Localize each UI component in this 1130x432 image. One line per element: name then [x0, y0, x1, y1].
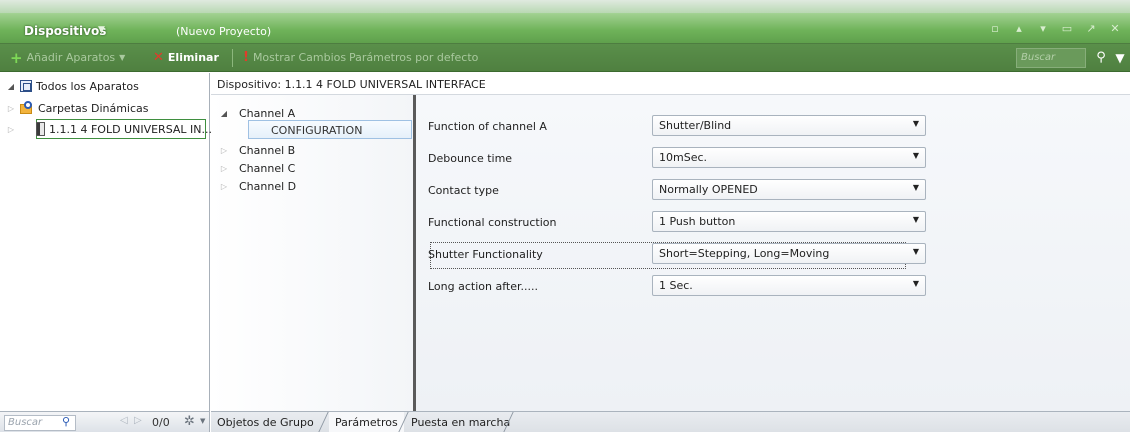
plus-icon: +	[10, 48, 23, 67]
channel-item-c[interactable]: ▷ Channel C	[219, 160, 295, 176]
panel-title[interactable]: Dispositivos	[24, 24, 106, 38]
toolbar-separator	[232, 49, 233, 67]
pin-icon[interactable]: ↗	[1084, 23, 1098, 35]
filter-icon[interactable]: ▼	[1112, 48, 1128, 68]
channel-label: Channel B	[239, 143, 296, 157]
dock-icon[interactable]: ▫	[988, 23, 1002, 35]
tree-item-device[interactable]: ▷ 1.1.1 4 FOLD UNIVERSAL IN...	[6, 120, 212, 138]
long-action-after-select[interactable]: 1 Sec. ▼	[652, 275, 926, 296]
window-top-strip	[0, 0, 1130, 13]
functional-construction-select[interactable]: 1 Push button ▼	[652, 211, 926, 232]
collapsed-icon[interactable]: ▷	[219, 182, 229, 191]
collapsed-icon[interactable]: ▷	[219, 146, 229, 155]
param-label: Long action after.....	[428, 280, 538, 293]
channel-item-b[interactable]: ▷ Channel B	[219, 142, 295, 158]
tab-commissioning[interactable]: Puesta en marcha	[411, 412, 510, 432]
restore-icon[interactable]: ▭	[1060, 23, 1074, 35]
folder-search-icon	[20, 101, 34, 114]
channel-label: Channel C	[239, 161, 296, 175]
collapsed-icon[interactable]: ▷	[6, 104, 16, 113]
tree-footer: Buscar ⚲ ◁ ▷ 0/0 ✲ ▼	[0, 411, 210, 432]
window-buttons: ▫ ▴ ▾ ▭ ↗ ✕	[988, 23, 1122, 35]
expanded-icon[interactable]: ◢	[219, 109, 229, 118]
device-header: Dispositivo: 1.1.1 4 FOLD UNIVERSAL INTE…	[211, 73, 1130, 95]
debounce-time-select[interactable]: 10mSec. ▼	[652, 147, 926, 168]
device-tree: ◢ Todos los Aparatos ▷ Carpetas Dinámica…	[0, 73, 212, 411]
tab-separator	[318, 412, 329, 432]
warning-icon: !	[243, 49, 249, 65]
chevron-down-icon: ▼	[912, 119, 919, 128]
search-icon[interactable]: ⚲	[1092, 48, 1110, 68]
default-params-button[interactable]: Parámetros por defecto	[349, 51, 478, 64]
move-down-icon[interactable]: ▾	[1036, 23, 1050, 35]
close-icon[interactable]: ✕	[1108, 23, 1122, 35]
channel-label: Channel A	[239, 106, 296, 120]
device-icon	[36, 122, 45, 136]
toolbar-search-input[interactable]: Buscar	[1016, 48, 1086, 68]
shutter-functionality-select[interactable]: Short=Stepping, Long=Moving ▼	[652, 243, 926, 264]
bottom-tab-bar: Objetos de Grupo Parámetros Puesta en ma…	[211, 411, 1130, 432]
tab-parameters[interactable]: Parámetros	[329, 412, 404, 432]
select-value: Normally OPENED	[659, 183, 758, 196]
contact-type-select[interactable]: Normally OPENED ▼	[652, 179, 926, 200]
add-devices-label: Añadir Aparatos	[26, 51, 116, 64]
chevron-down-icon: ▼	[912, 215, 919, 224]
tree-item-all-devices[interactable]: ◢ Todos los Aparatos	[6, 77, 139, 95]
chevron-down-icon: ▼	[912, 151, 919, 160]
previous-icon[interactable]: ◁	[120, 415, 128, 426]
select-value: Shutter/Blind	[659, 119, 732, 132]
select-value: Short=Stepping, Long=Moving	[659, 247, 830, 260]
expanded-icon[interactable]: ◢	[6, 82, 16, 91]
show-changes-label: Mostrar Cambios	[252, 51, 347, 64]
param-label: Shutter Functionality	[428, 248, 543, 261]
toolbar: + Añadir Aparatos ▼ ✕ Eliminar ! Mostrar…	[0, 44, 1130, 72]
delete-button[interactable]: ✕ Eliminar	[153, 49, 219, 65]
function-channel-a-select[interactable]: Shutter/Blind ▼	[652, 115, 926, 136]
chevron-down-icon[interactable]: ▼	[98, 25, 105, 35]
param-label: Functional construction	[428, 216, 557, 229]
select-value: 1 Push button	[659, 215, 736, 228]
tree-item-dynamic-folders[interactable]: ▷ Carpetas Dinámicas	[6, 99, 149, 117]
delete-label: Eliminar	[167, 51, 219, 64]
project-name: (Nuevo Proyecto)	[176, 25, 272, 38]
delete-icon: ✕	[153, 49, 164, 65]
parameters-panel: Function of channel A Shutter/Blind ▼ De…	[416, 95, 1130, 411]
channel-a-configuration[interactable]: CONFIGURATION	[248, 120, 412, 139]
show-changes-button[interactable]: ! Mostrar Cambios	[243, 49, 347, 65]
select-value: 1 Sec.	[659, 279, 693, 292]
next-icon[interactable]: ▷	[134, 415, 142, 426]
tree-item-label: Todos los Aparatos	[36, 79, 139, 93]
collapsed-icon[interactable]: ▷	[6, 125, 16, 134]
param-label: Debounce time	[428, 152, 513, 165]
chevron-down-icon[interactable]: ▼	[200, 417, 205, 425]
channel-item-d[interactable]: ▷ Channel D	[219, 178, 296, 194]
collapsed-icon[interactable]: ▷	[219, 164, 229, 173]
param-label: Contact type	[428, 184, 499, 197]
channel-tree: ◢ Channel A CONFIGURATION ▷ Channel B ▷ …	[211, 95, 413, 411]
search-icon[interactable]: ⚲	[62, 415, 70, 428]
channel-label: Channel D	[239, 179, 297, 193]
chevron-down-icon: ▼	[912, 279, 919, 288]
tab-group-objects[interactable]: Objetos de Grupo	[217, 412, 314, 432]
chevron-down-icon: ▼	[912, 247, 919, 256]
search-result-count: 0/0	[152, 416, 170, 429]
param-label: Function of channel A	[428, 120, 547, 133]
add-devices-button[interactable]: + Añadir Aparatos ▼	[10, 48, 126, 67]
tree-item-label: 1.1.1 4 FOLD UNIVERSAL IN...	[49, 122, 213, 136]
move-up-icon[interactable]: ▴	[1012, 23, 1026, 35]
devices-icon	[20, 80, 32, 92]
channel-item-a[interactable]: ◢ Channel A	[219, 105, 295, 121]
chevron-down-icon: ▼	[912, 183, 919, 192]
chevron-down-icon: ▼	[119, 53, 126, 62]
title-bar: Dispositivos ▼ (Nuevo Proyecto) ▫ ▴ ▾ ▭ …	[0, 0, 1130, 44]
select-value: 10mSec.	[659, 151, 708, 164]
default-params-label: Parámetros por defecto	[349, 51, 479, 64]
gear-icon[interactable]: ✲	[184, 414, 195, 429]
tree-item-label: Carpetas Dinámicas	[38, 101, 149, 115]
